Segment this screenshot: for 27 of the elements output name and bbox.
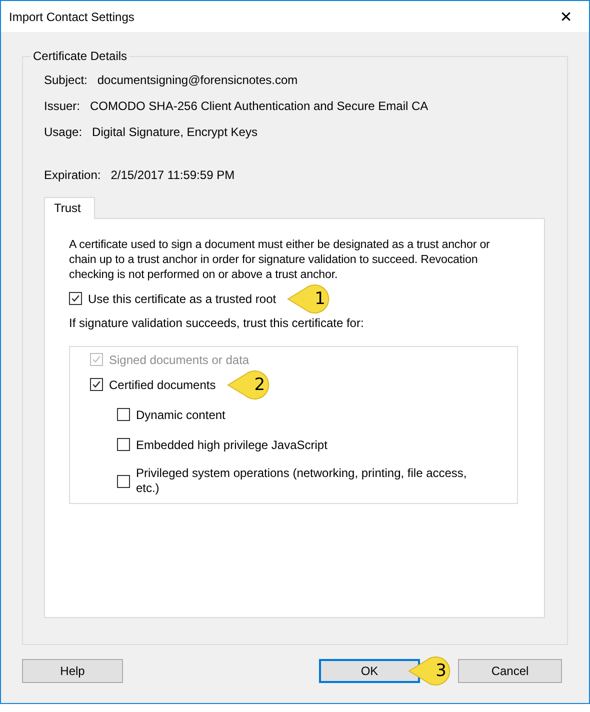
field-value: documentsigning@forensicnotes.com [97,73,298,87]
checkbox[interactable] [117,474,130,488]
field-label: Usage: [44,125,82,139]
field-label: Expiration: [44,168,101,182]
checkbox[interactable] [90,378,103,391]
checkbox-label: Certified documents [109,378,216,392]
dialog-button[interactable]: OK [319,659,420,683]
field-label: Issuer: [44,99,80,113]
checkbox-label: Use this certificate as a trusted root [88,292,276,306]
checkbox-label: Dynamic content [136,408,226,422]
group-title: Certificate Details [31,49,130,63]
field-value: 2/15/2017 11:59:59 PM [110,168,235,182]
dialog-button[interactable]: Help [22,659,123,683]
description-text: A certificate used to sign a document must either be designated as a trust anchor or chain up to a trust anchor in order for signature validation to succeed. Revocation checking is not performed on or above a trust anchor. [69,237,491,282]
field-value: Digital Signature, Encrypt Keys [92,125,258,139]
checkbox-label: Privileged system operations (networking, printing, file access, etc.) [136,466,468,496]
field-label: Subject: [44,73,88,87]
checkbox[interactable] [117,408,130,421]
checkbox[interactable] [69,292,82,305]
dialog-button[interactable]: Cancel [458,659,562,683]
tab[interactable]: Trust [44,197,95,219]
checkbox-label: Signed documents or data [109,352,250,366]
section-label: If signature validation succeeds, trust this certificate for: [69,316,365,330]
field-value: COMODO SHA-256 Client Authentication and Secure Email CA [90,99,428,113]
checkbox-label: Embedded high privilege JavaScript [136,438,328,452]
checkbox[interactable] [117,438,130,451]
window-title: Import Contact Settings [8,10,134,24]
